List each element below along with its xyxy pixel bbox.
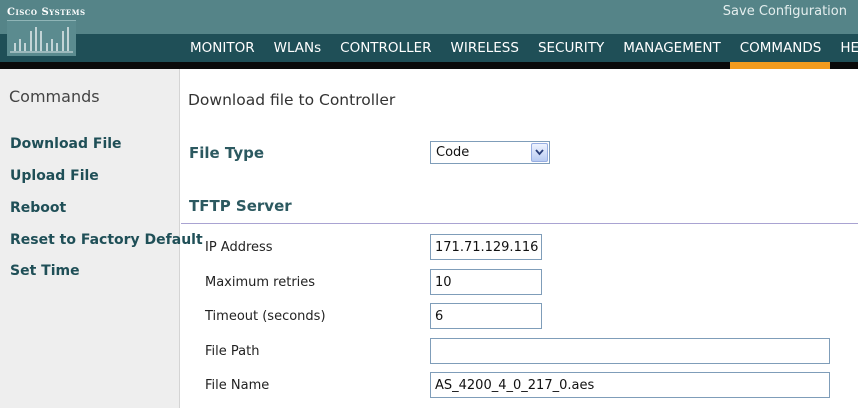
tftp-server-heading: TFTP Server [189, 197, 292, 215]
sidebar-item-download-file[interactable]: Download File [10, 136, 122, 152]
sidebar-item-reset-factory-default[interactable]: Reset to Factory Default [10, 232, 203, 248]
nav-wlans[interactable]: WLANs [264, 34, 331, 62]
cisco-logo-icon [7, 20, 76, 56]
sidebar-title: Commands [9, 87, 100, 106]
file-name-input[interactable]: AS_4200_4_0_217_0.aes [430, 372, 830, 398]
file-name-label: File Name [205, 378, 270, 393]
timeout-input[interactable]: 6 [430, 303, 542, 329]
max-retries-label: Maximum retries [205, 275, 316, 290]
main-nav: MONITOR WLANs CONTROLLER WIRELESS SECURI… [180, 34, 858, 69]
brand-name: Cisco Systems [7, 7, 86, 18]
save-configuration-link[interactable]: Save Configuration [723, 4, 847, 19]
main-content: Download file to Controller File Type Co… [181, 69, 858, 408]
nav-management[interactable]: MANAGEMENT [613, 34, 730, 62]
sidebar-item-set-time[interactable]: Set Time [10, 263, 80, 279]
timeout-label: Timeout (seconds) [205, 309, 326, 324]
page-title: Download file to Controller [188, 91, 396, 109]
sidebar: Commands Download File Upload File Reboo… [0, 69, 203, 408]
sidebar-item-upload-file[interactable]: Upload File [10, 168, 99, 184]
file-type-label: File Type [189, 144, 265, 162]
chevron-down-icon[interactable] [531, 143, 548, 162]
nav-monitor[interactable]: MONITOR [180, 34, 264, 62]
ip-address-label: IP Address [205, 240, 273, 255]
file-path-input[interactable] [430, 338, 830, 364]
nav-controller[interactable]: CONTROLLER [330, 34, 440, 62]
sidebar-item-reboot[interactable]: Reboot [10, 200, 66, 216]
nav-wireless[interactable]: WIRELESS [441, 34, 528, 62]
file-type-select[interactable]: Code [430, 141, 550, 164]
file-type-value: Code [436, 145, 470, 160]
max-retries-input[interactable]: 10 [430, 269, 542, 295]
section-divider [181, 223, 858, 224]
nav-security[interactable]: SECURITY [528, 34, 613, 62]
ip-address-input[interactable]: 171.71.129.116 [430, 234, 542, 260]
file-path-label: File Path [205, 344, 260, 359]
nav-help[interactable]: HELP [830, 34, 858, 62]
nav-commands[interactable]: COMMANDS [729, 34, 831, 69]
